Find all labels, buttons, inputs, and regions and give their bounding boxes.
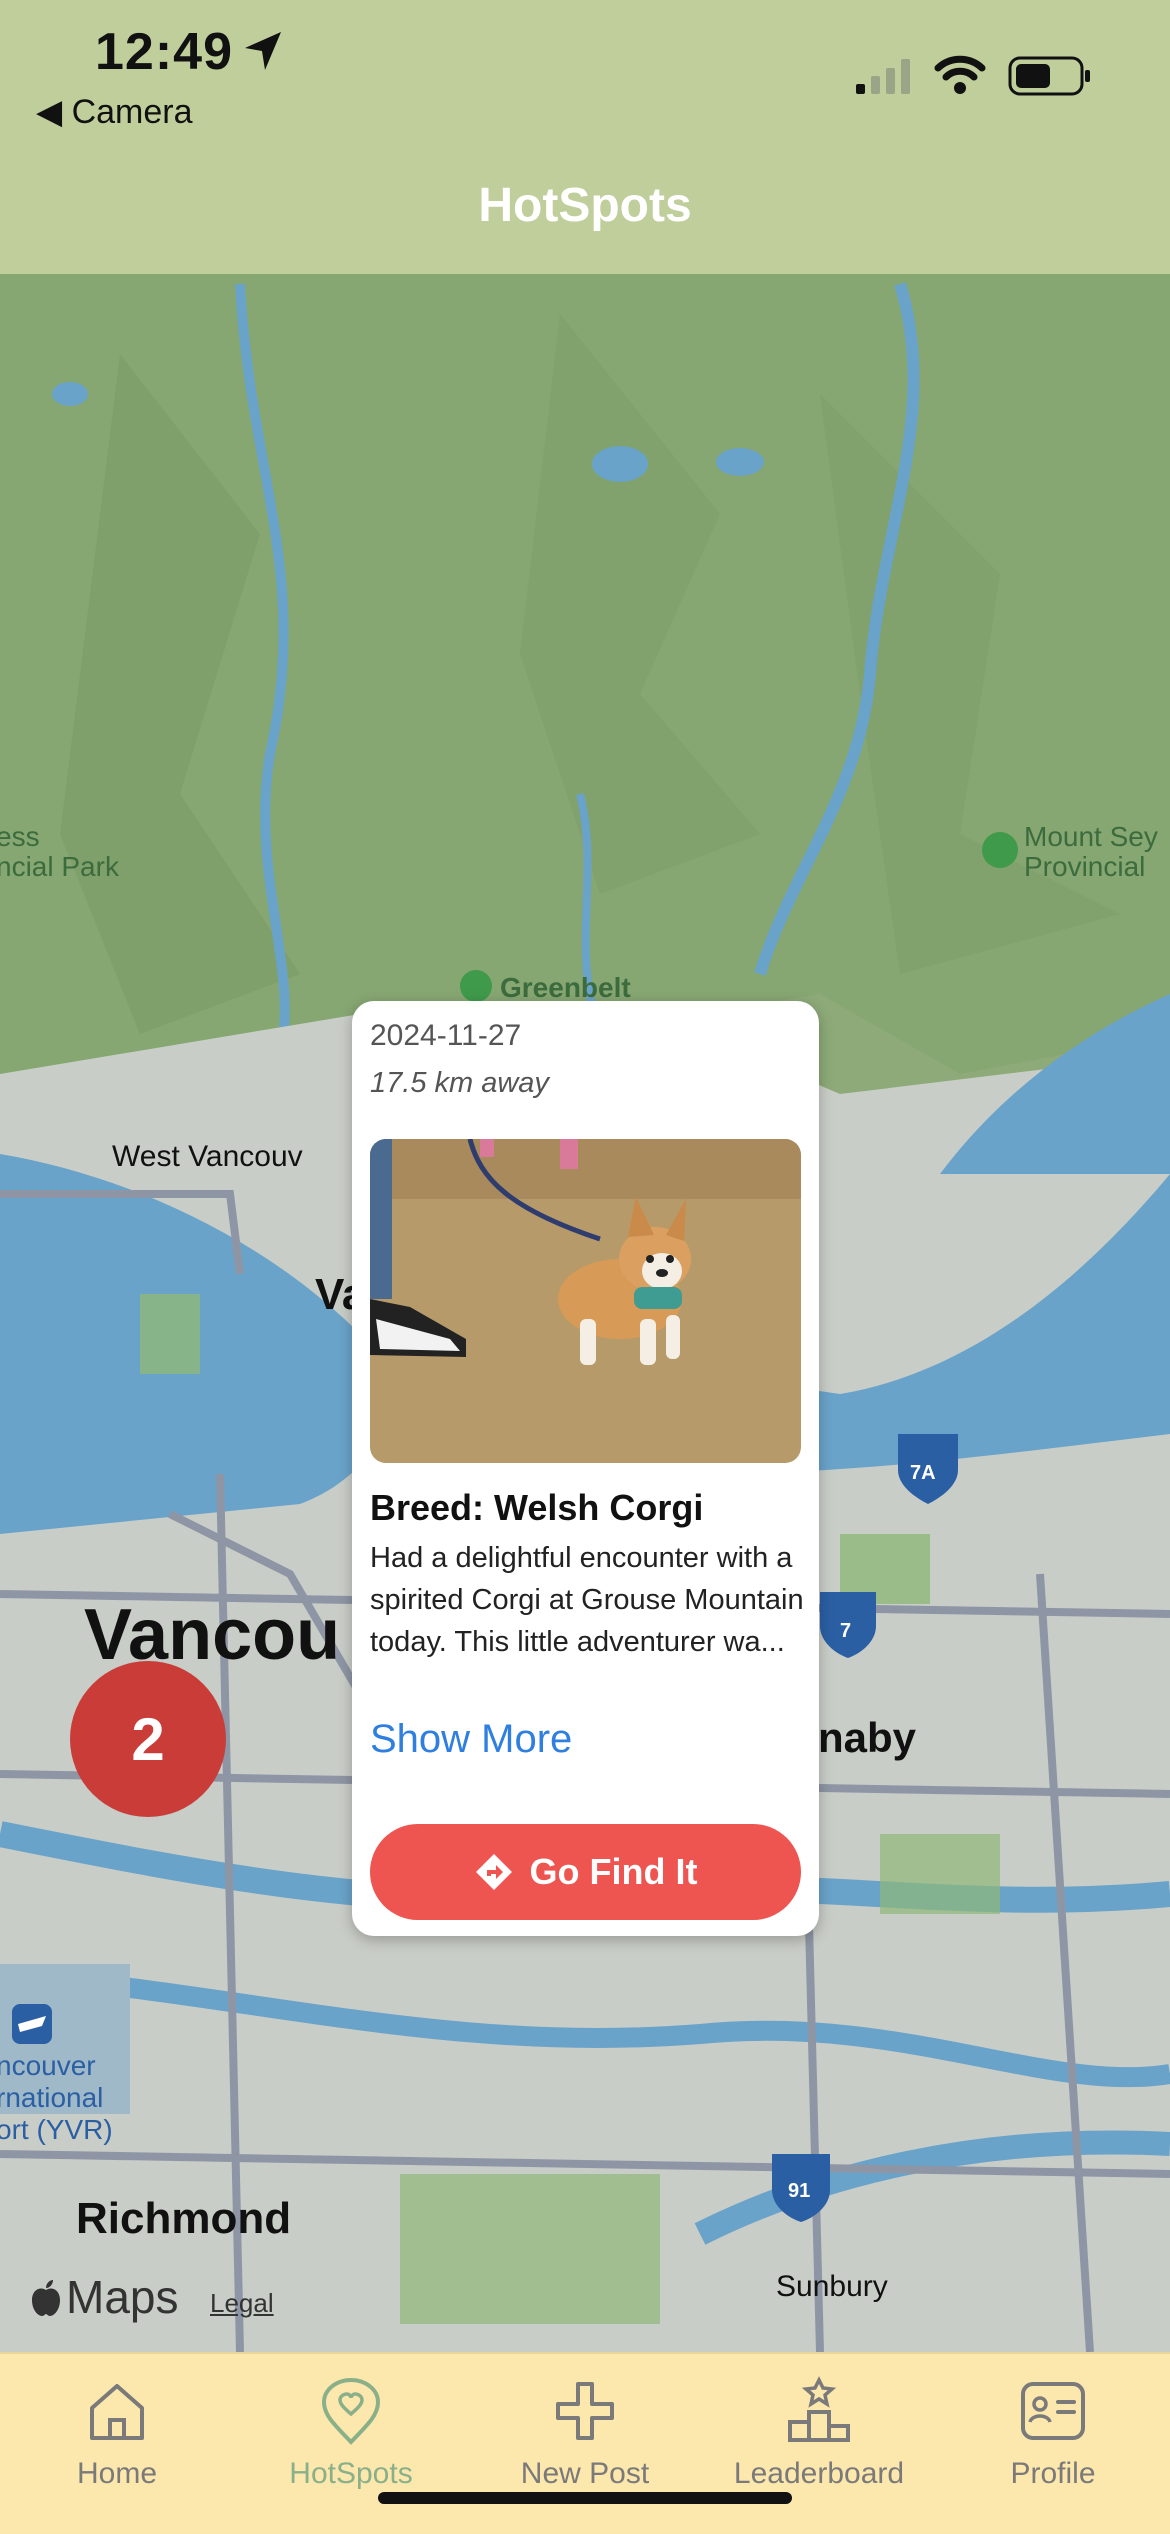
page-title: HotSpots [478,179,692,232]
home-indicator[interactable] [378,2492,792,2504]
tab-leaderboard-label: Leaderboard [733,2457,905,2490]
legal-link[interactable]: Legal [210,2288,274,2319]
back-chevron-icon: ◀ [36,93,72,131]
cluster-count: 2 [131,1705,165,1773]
tab-new-post[interactable]: New Post [468,2376,702,2491]
plus-icon [556,2382,614,2440]
go-find-it-label: Go Find It [529,1851,698,1892]
cluster-marker[interactable]: 2 [70,1661,226,1817]
wifi-icon [934,55,986,94]
route-7-label: 7 [840,1620,852,1642]
route-7a-label: 7A [910,1462,936,1484]
tab-leaderboard[interactable]: Leaderboard [702,2376,936,2491]
map-label-greenbelt: Greenbelt [500,972,631,1003]
post-distance: 17.5 km away [370,1067,549,1099]
breed-label: Breed: Welsh Corgi [370,1487,704,1528]
map-label-sunbury: Sunbury [776,2270,888,2303]
map-label-mount-seymour: Mount Sey Provincial [1024,821,1158,882]
post-description: Had a delightful encounter with a spirit… [370,1542,804,1658]
heart-pin-icon [321,2377,381,2445]
greenbelt-park-pin [460,970,492,1002]
back-to-camera-link[interactable]: ◀ Camera [36,92,193,132]
apple-logo-icon [32,2280,60,2316]
map-label-provincial-park: ess ncial Park [0,821,119,882]
profile-card-icon [1021,2382,1085,2440]
tab-profile-label: Profile [1010,2457,1096,2490]
tab-new-post-label: New Post [520,2457,650,2490]
map-label-vancouver: Vancou [84,1595,341,1675]
map-label-airport: ncouver rnational ort (YVR) [0,2050,113,2145]
hotspot-popup-card: 2024-11-27 17.5 km away Breed: Welsh Cor… [352,1001,819,1936]
map-label-west-vancouver: West Vancouv [112,1140,303,1173]
tab-home-label: Home [76,2457,158,2490]
map-label-richmond: Richmond [76,2194,292,2243]
tab-bar: Home HotSpots New Post Leaderboard Profi… [0,2352,1170,2534]
signal-icon [856,59,910,94]
corgi-photo-image [370,1139,801,1463]
back-label: Camera [71,93,193,131]
home-icon [90,2384,144,2440]
dog-photo[interactable] [370,1139,801,1463]
directions-icon [475,1854,512,1890]
status-time: 12:49 [95,23,233,81]
post-date: 2024-11-27 [370,1019,522,1052]
tab-home[interactable]: Home [0,2376,234,2491]
show-more-link[interactable]: Show More [370,1717,572,1762]
go-find-it-button[interactable]: Go Find It [370,1824,801,1920]
map-label-burnaby: naby [818,1714,917,1761]
podium-icon [788,2376,850,2442]
tab-hotspots-label: HotSpots [289,2457,413,2490]
route-91-label: 91 [788,2180,811,2202]
tab-hotspots[interactable]: HotSpots [234,2376,468,2491]
mount-sey-park-pin [982,832,1018,868]
tab-profile[interactable]: Profile [936,2376,1170,2491]
location-arrow-icon [245,32,281,70]
maps-brand: Maps [66,2271,179,2323]
battery-icon [1008,56,1090,96]
